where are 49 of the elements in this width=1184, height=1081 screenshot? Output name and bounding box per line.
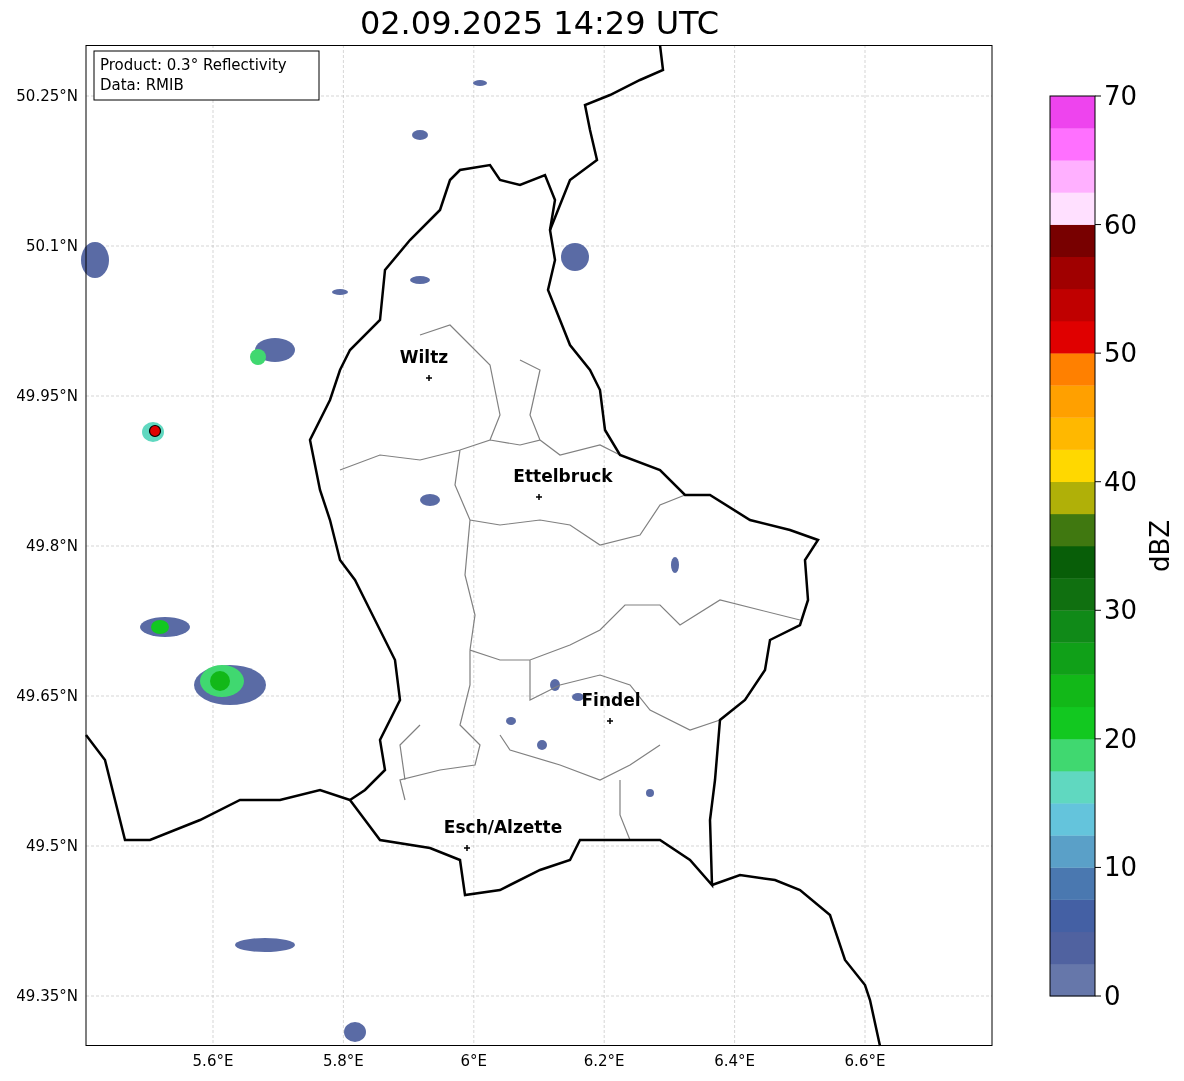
colorbar-tick-label: 10 [1104, 852, 1138, 883]
y-tick-label: 49.95°N [16, 387, 78, 405]
y-tick-label: 49.65°N [16, 687, 78, 705]
x-tick-label: 5.8°E [323, 1052, 364, 1070]
x-tick-label: 6.2°E [583, 1052, 625, 1070]
colorbar-tick-label: 50 [1104, 338, 1138, 369]
info-text: Product: 0.3° Reflectivity [100, 56, 287, 74]
radar-site-icon [148, 424, 162, 438]
radar-echo [410, 276, 430, 284]
radar-echo [671, 557, 679, 573]
radar-echo [646, 789, 654, 797]
radar-echo [235, 938, 295, 952]
radar-echo [81, 242, 109, 278]
info-text: Data: RMIB [100, 76, 184, 94]
colorbar-label: dBZ [1145, 519, 1175, 573]
radar-echo [537, 740, 547, 750]
radar-echo [550, 679, 560, 691]
chart-title: 02.09.2025 14:29 UTC [359, 2, 720, 43]
colorbar-tick-label: 30 [1104, 595, 1138, 626]
y-tick-label: 49.5°N [25, 837, 78, 855]
radar-echo [420, 494, 440, 506]
y-tick-label: 50.1°N [25, 237, 78, 255]
city-label: Wiltz [399, 347, 449, 367]
y-tick-label: 50.25°N [16, 87, 78, 105]
x-tick-label: 6.6°E [844, 1052, 886, 1070]
y-tick-label: 49.8°N [25, 537, 78, 555]
x-tick-label: 6°E [460, 1052, 488, 1070]
x-tick-label: 6.4°E [714, 1052, 755, 1070]
city-marker-icon [425, 374, 433, 382]
city-label: Esch/Alzette [443, 817, 563, 837]
colorbar-tick-label: 60 [1104, 209, 1138, 240]
radar-echo [473, 80, 487, 86]
city-label: Findel [581, 690, 641, 710]
radar-echo [506, 717, 516, 725]
colorbar-tick-label: 20 [1104, 723, 1138, 754]
y-tick-label: 49.35°N [16, 987, 78, 1005]
radar-echo [412, 130, 428, 140]
colorbar-tick-label: 0 [1104, 981, 1121, 1011]
city-marker-icon [606, 717, 614, 725]
city-marker-icon [535, 493, 543, 501]
colorbar-tick-label: 70 [1104, 81, 1138, 111]
colorbar-tick-label: 40 [1104, 466, 1138, 497]
city-label: Ettelbruck [513, 466, 613, 486]
x-tick-label: 5.6°E [192, 1052, 234, 1070]
city-marker-icon [463, 844, 471, 852]
radar-echo [344, 1022, 366, 1042]
radar-echo [572, 693, 584, 701]
radar-echo [561, 243, 589, 271]
radar-echo [332, 289, 348, 295]
